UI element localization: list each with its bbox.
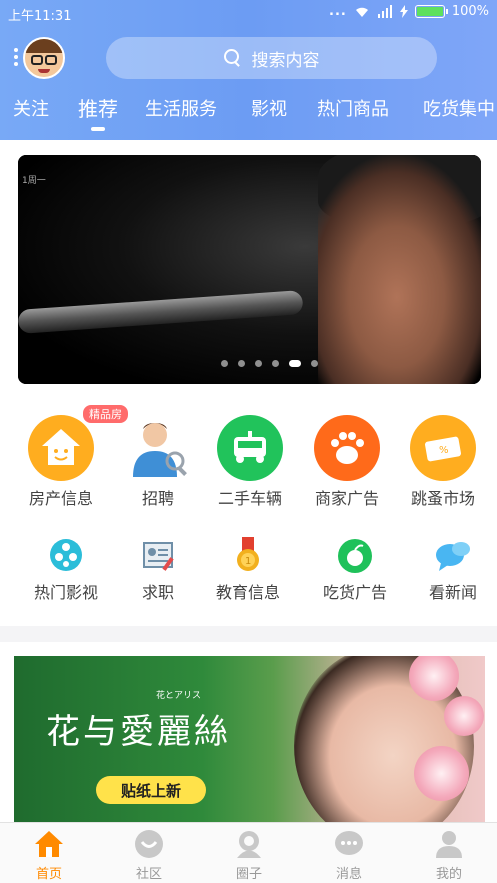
paw-icon: [314, 415, 380, 481]
tab-foodie[interactable]: 吃货集中: [423, 95, 495, 121]
signal-icon: [377, 5, 392, 18]
film-reel-icon: [46, 535, 86, 575]
tabbar-home[interactable]: 首页: [14, 829, 84, 882]
battery-icon: [414, 5, 448, 18]
banner-caption: 1周一: [22, 176, 46, 186]
active-tab-indicator: [91, 127, 105, 131]
wifi-icon: [355, 7, 368, 17]
category-foodie-ads[interactable]: 吃货广告: [305, 535, 405, 603]
banner-carousel[interactable]: 1周一: [18, 155, 481, 384]
tab-follow[interactable]: 关注: [13, 95, 49, 121]
carousel-dot[interactable]: [221, 360, 228, 367]
carousel-dot-active[interactable]: [289, 360, 301, 367]
category-tabs: 关注 推荐 生活服务 影视 热门商品 吃货集中: [0, 95, 497, 135]
car-icon: [217, 415, 283, 481]
chat-bubble-icon: [433, 535, 473, 575]
carousel-dots: [18, 360, 481, 367]
community-icon: [134, 829, 164, 859]
category-label: 二手车辆: [217, 489, 282, 508]
main-content: 1周一 精品房 房产信息 招聘 二手车辆 商家广告 % 跳蚤市场 热门影视 求职…: [0, 140, 497, 626]
house-icon: 精品房: [28, 405, 128, 481]
tabbar-label: 我的: [435, 867, 462, 882]
apple-icon: [335, 535, 375, 575]
tabbar-label: 消息: [335, 867, 362, 882]
battery-text: 100%: [451, 4, 489, 19]
carousel-dot[interactable]: [255, 360, 262, 367]
category-merchant-ads[interactable]: 商家广告: [297, 415, 397, 509]
category-label: 吃货广告: [322, 583, 387, 602]
charging-icon: [399, 5, 408, 18]
category-label: 招聘: [141, 489, 174, 508]
ad-section: 花とアリス 花与愛麗絲 贴纸上新: [0, 642, 497, 826]
category-flea-market[interactable]: % 跳蚤市场: [393, 415, 493, 509]
category-used-cars[interactable]: 二手车辆: [200, 415, 300, 509]
tab-recommend[interactable]: 推荐: [78, 95, 118, 122]
header: 上午11:31 ... 100% 搜索内容 关注 推荐 生活服务 影视 热门商品…: [0, 0, 497, 140]
profile-icon: [434, 829, 464, 859]
avatar[interactable]: [23, 37, 65, 79]
circle-icon: [234, 829, 264, 859]
carousel-dot[interactable]: [272, 360, 279, 367]
tabbar-profile[interactable]: 我的: [414, 829, 484, 882]
message-icon: [334, 829, 364, 859]
category-label: 房产信息: [28, 489, 93, 508]
category-hot-movies[interactable]: 热门影视: [16, 535, 116, 603]
tab-movies[interactable]: 影视: [251, 95, 287, 121]
coupon-icon: %: [410, 415, 476, 481]
more-menu-icon[interactable]: [14, 48, 20, 69]
carousel-dot[interactable]: [311, 360, 318, 367]
status-time: 上午11:31: [8, 9, 72, 24]
ad-button[interactable]: 贴纸上新: [96, 776, 206, 804]
svg-text:%: %: [439, 445, 449, 456]
ad-title: 花与愛麗絲: [46, 712, 231, 752]
tab-hot-products[interactable]: 热门商品: [317, 95, 389, 121]
svg-text:1: 1: [245, 556, 251, 567]
category-label: 看新闻: [428, 583, 477, 602]
search-icon: [223, 49, 242, 67]
tabbar-circle[interactable]: 圈子: [214, 829, 284, 882]
tab-life-services[interactable]: 生活服务: [145, 95, 217, 121]
category-label: 求职: [141, 583, 174, 602]
search-bar[interactable]: 搜索内容: [106, 37, 437, 79]
tabbar-label: 社区: [135, 867, 162, 882]
bottom-tab-bar: 首页 社区 圈子 消息 我的: [0, 822, 497, 883]
category-recruit[interactable]: 招聘: [108, 415, 208, 509]
category-education[interactable]: 1 教育信息: [198, 535, 298, 603]
section-divider: [0, 626, 497, 642]
home-icon: [34, 829, 64, 859]
category-job-seeking[interactable]: 求职: [108, 535, 208, 603]
banner-image: [318, 155, 481, 384]
status-bar: 上午11:31 ... 100%: [0, 0, 497, 26]
category-label: 教育信息: [215, 583, 280, 602]
ad-subtitle: 花とアリス: [156, 691, 202, 701]
tabbar-label: 圈子: [235, 867, 262, 882]
medal-icon: 1: [228, 535, 268, 575]
category-news[interactable]: 看新闻: [403, 535, 497, 603]
resume-icon: [138, 535, 178, 575]
status-dots: ...: [329, 4, 347, 19]
category-label: 热门影视: [33, 583, 98, 602]
tabbar-community[interactable]: 社区: [114, 829, 184, 882]
category-label: 跳蚤市场: [410, 489, 475, 508]
tabbar-label: 首页: [35, 867, 62, 882]
tabbar-messages[interactable]: 消息: [314, 829, 384, 882]
category-house[interactable]: 精品房 房产信息: [11, 405, 128, 509]
category-label: 商家广告: [314, 489, 379, 508]
recruit-person-icon: [125, 415, 191, 481]
search-placeholder: 搜索内容: [251, 50, 320, 71]
carousel-dot[interactable]: [238, 360, 245, 367]
status-icons: ... 100%: [329, 4, 489, 19]
ad-banner[interactable]: 花とアリス 花与愛麗絲 贴纸上新: [14, 656, 485, 826]
